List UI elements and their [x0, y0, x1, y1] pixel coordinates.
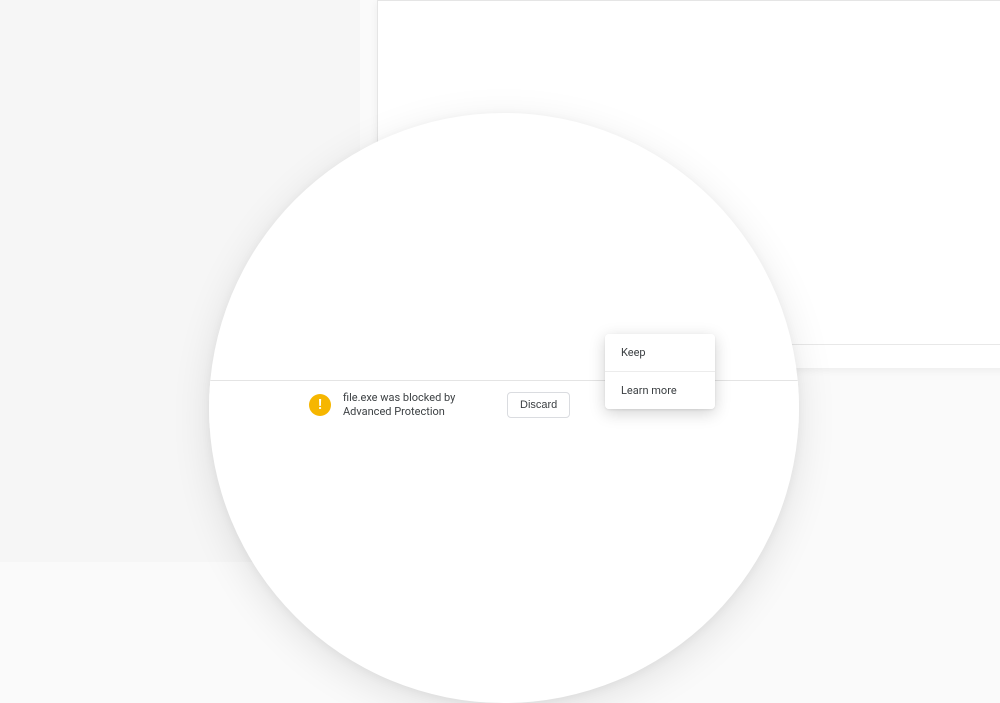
learn-more-menu-item[interactable]: Learn more — [605, 372, 715, 409]
blocked-message: file.exe was blocked by Advanced Protect… — [343, 391, 493, 419]
discard-button[interactable]: Discard — [507, 392, 570, 418]
warning-icon: ! — [309, 394, 331, 416]
download-options-menu: Keep Learn more — [605, 334, 715, 409]
keep-menu-item[interactable]: Keep — [605, 334, 715, 371]
